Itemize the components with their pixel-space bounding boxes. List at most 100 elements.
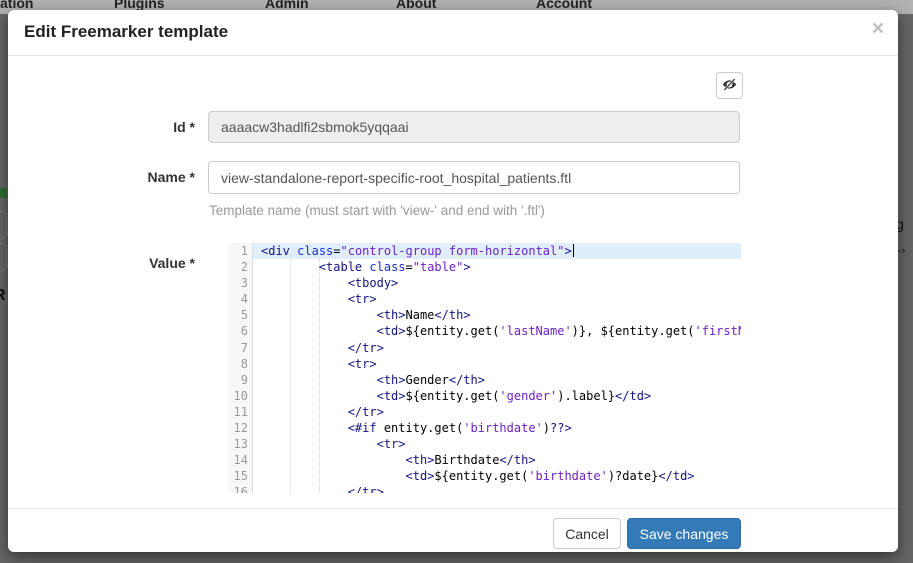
code-line[interactable]: </tr> <box>253 404 741 420</box>
code-line[interactable]: <#if entity.get('birthdate')??> <box>253 420 741 436</box>
text-cursor <box>573 244 574 257</box>
code-token <box>261 373 377 387</box>
code-line[interactable]: <tr> <box>253 356 741 372</box>
code-line[interactable]: <td>${entity.get('lastName')}, ${entity.… <box>253 323 741 339</box>
code-token: ??> <box>550 421 572 435</box>
line-number: 14 <box>228 452 248 468</box>
code-token <box>261 389 377 403</box>
line-number: 5 <box>228 307 248 323</box>
name-input[interactable] <box>208 161 740 194</box>
id-input <box>208 111 740 143</box>
line-number: 4 <box>228 291 248 307</box>
cancel-button[interactable]: Cancel <box>553 518 621 549</box>
code-token <box>261 260 319 274</box>
code-token <box>261 276 348 290</box>
line-number: 15 <box>228 468 248 484</box>
code-token <box>261 421 348 435</box>
code-line[interactable]: <td>${entity.get('birthdate')?date}</td> <box>253 468 741 484</box>
line-number: 1 <box>228 243 248 259</box>
code-token <box>261 357 348 371</box>
code-token: > <box>463 260 470 274</box>
code-line[interactable]: <tr> <box>253 291 741 307</box>
code-token: > <box>564 244 571 258</box>
code-token: )?date} <box>608 469 659 483</box>
line-number: 10 <box>228 388 248 404</box>
code-token: ).label} <box>557 389 615 403</box>
code-token <box>261 485 348 493</box>
code-token: </th> <box>499 453 535 467</box>
code-token: <tr> <box>348 357 377 371</box>
code-token: <div <box>261 244 290 258</box>
code-token: Birthdate <box>434 453 499 467</box>
code-token: </tr> <box>348 341 384 355</box>
code-token: </tr> <box>348 485 384 493</box>
modal-body: Id * Name * Template name (must start wi… <box>8 56 898 508</box>
code-token: <tr> <box>377 437 406 451</box>
code-token: = <box>406 260 413 274</box>
editor-code-pane[interactable]: <div class="control-group form-horizonta… <box>253 243 741 493</box>
line-number: 6 <box>228 323 248 339</box>
code-token: <th> <box>406 453 435 467</box>
code-token: 'birthdate' <box>463 421 542 435</box>
line-number: 16 <box>228 484 248 493</box>
code-token <box>261 405 348 419</box>
code-line[interactable]: <th>Name</th> <box>253 307 741 323</box>
name-field-label: Name * <box>8 161 195 194</box>
line-number: 3 <box>228 275 248 291</box>
code-token: ${entity.get( <box>434 469 528 483</box>
code-token: <td> <box>377 324 406 338</box>
code-line[interactable]: <td>${entity.get('gender').label}</td> <box>253 388 741 404</box>
line-number: 12 <box>228 420 248 436</box>
code-token <box>261 292 348 306</box>
code-token: </tr> <box>348 405 384 419</box>
modal-header: Edit Freemarker template × <box>8 10 898 56</box>
code-token <box>261 324 377 338</box>
line-number: 13 <box>228 436 248 452</box>
code-token: Name <box>406 308 435 322</box>
line-number: 11 <box>228 404 248 420</box>
code-token: 'lastName' <box>499 324 571 338</box>
line-number: 9 <box>228 372 248 388</box>
modal-title: Edit Freemarker template <box>24 22 228 42</box>
line-number: 7 <box>228 340 248 356</box>
code-token: ${entity.get( <box>406 389 500 403</box>
editor-line-numbers: 12345678910111213141516 <box>228 243 253 493</box>
code-token: <td> <box>377 389 406 403</box>
code-token <box>261 437 377 451</box>
code-token: "table" <box>413 260 464 274</box>
code-line[interactable]: <th>Gender</th> <box>253 372 741 388</box>
code-token: ) <box>543 421 550 435</box>
code-token: </th> <box>434 308 470 322</box>
code-line[interactable]: <tbody> <box>253 275 741 291</box>
eye-slash-icon <box>722 77 737 95</box>
code-token: ${entity.get( <box>406 324 500 338</box>
code-line[interactable]: <th>Birthdate</th> <box>253 452 741 468</box>
code-line[interactable]: <div class="control-group form-horizonta… <box>253 243 741 259</box>
line-number: 8 <box>228 356 248 372</box>
close-icon[interactable]: × <box>872 18 884 39</box>
code-token: class <box>369 260 405 274</box>
toggle-visibility-button[interactable] <box>716 72 743 99</box>
code-token: 'gender' <box>499 389 557 403</box>
code-token: </td> <box>658 469 694 483</box>
id-field-label: Id * <box>8 111 195 143</box>
code-token: class <box>297 244 333 258</box>
modal-footer: Cancel Save changes <box>8 508 898 552</box>
code-token: <th> <box>377 308 406 322</box>
code-token <box>261 341 348 355</box>
code-token: <#if <box>348 421 377 435</box>
code-editor[interactable]: 12345678910111213141516 <div class="cont… <box>228 243 741 493</box>
code-token <box>261 453 406 467</box>
code-line[interactable]: </tr> <box>253 484 741 493</box>
code-token: <tbody> <box>348 276 399 290</box>
name-help-text: Template name (must start with 'view-' a… <box>209 203 545 218</box>
code-token <box>261 308 377 322</box>
code-token: </td> <box>615 389 651 403</box>
code-line[interactable]: </tr> <box>253 340 741 356</box>
code-line[interactable]: <tr> <box>253 436 741 452</box>
save-changes-button[interactable]: Save changes <box>627 518 741 549</box>
code-line[interactable]: <table class="table"> <box>253 259 741 275</box>
line-number: 2 <box>228 259 248 275</box>
code-token <box>261 469 406 483</box>
code-token: )}, ${entity.get( <box>572 324 695 338</box>
